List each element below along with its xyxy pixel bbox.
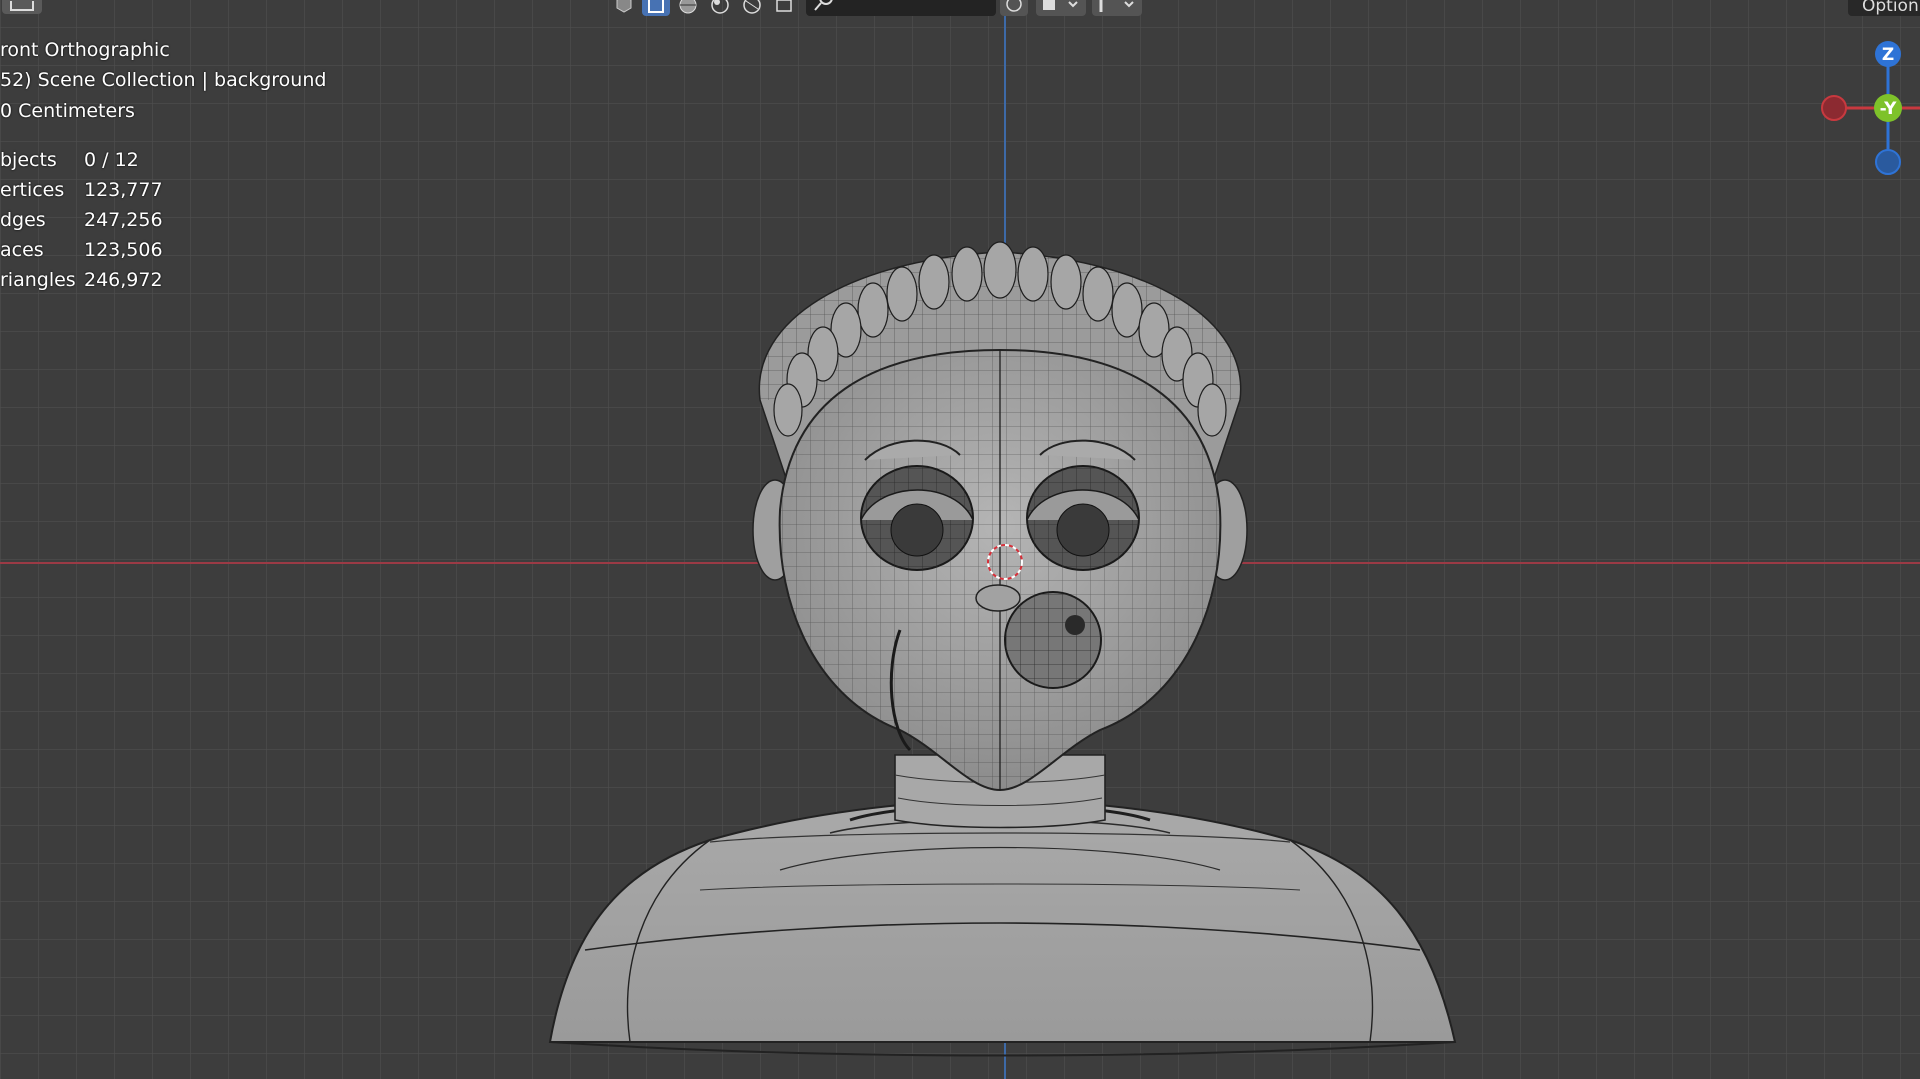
left-eye-mesh bbox=[860, 465, 974, 571]
overlay-dropdown[interactable] bbox=[1036, 0, 1086, 16]
overlay-icon bbox=[1043, 0, 1078, 10]
view-name-text: ront Orthographic bbox=[0, 39, 170, 61]
stat-value: 123,506 bbox=[84, 239, 163, 261]
stat-label: ertices bbox=[0, 179, 65, 201]
stat-value: 0 / 12 bbox=[84, 149, 139, 171]
collection-text: 52) Scene Collection | background bbox=[0, 69, 327, 91]
rendered-shading-button[interactable] bbox=[738, 0, 766, 16]
solid-icon bbox=[679, 0, 697, 14]
neg-x-axis-handle[interactable] bbox=[1821, 95, 1847, 121]
material-preview-button[interactable] bbox=[706, 0, 734, 16]
character-bust-model[interactable] bbox=[530, 230, 1470, 1070]
mouth-mesh bbox=[975, 584, 1021, 612]
gizmo-toggle-icon bbox=[1099, 0, 1134, 12]
z-axis-label: Z bbox=[1882, 45, 1894, 65]
head-mesh bbox=[778, 348, 1222, 792]
stat-label: bjects bbox=[0, 149, 57, 171]
gum-bubble-mesh bbox=[1004, 591, 1102, 689]
object-mode-icon[interactable] bbox=[610, 0, 638, 16]
solid-shading-button[interactable] bbox=[674, 0, 702, 16]
right-eye-mesh bbox=[1026, 465, 1140, 571]
stat-value: 246,972 bbox=[84, 269, 163, 291]
stat-label: aces bbox=[0, 239, 44, 261]
material-preview-icon bbox=[711, 0, 729, 14]
stat-value: 247,256 bbox=[84, 209, 163, 231]
editor-type-button[interactable] bbox=[2, 0, 42, 14]
stat-value: 123,777 bbox=[84, 179, 163, 201]
gizmo-dropdown[interactable] bbox=[1092, 0, 1142, 16]
torso-mesh bbox=[548, 803, 1457, 1057]
search-input[interactable] bbox=[806, 0, 996, 16]
y-axis-label: -Y bbox=[1880, 99, 1898, 119]
xray-icon bbox=[1006, 0, 1022, 12]
navigation-gizmo[interactable]: Z -Y bbox=[1820, 30, 1920, 190]
viewport-header: Option bbox=[0, 0, 1920, 16]
options-button[interactable]: Option bbox=[1848, 0, 1920, 16]
rendered-icon bbox=[743, 0, 761, 14]
xray-button[interactable] bbox=[1000, 0, 1028, 16]
stat-label: dges bbox=[0, 209, 46, 231]
viewport-shading-icon bbox=[776, 0, 792, 12]
neg-z-axis-handle[interactable] bbox=[1875, 149, 1901, 175]
viewport-shading-button[interactable] bbox=[770, 0, 798, 16]
search-icon bbox=[814, 0, 833, 11]
3d-viewport[interactable]: ront Orthographic 52) Scene Collection |… bbox=[0, 0, 1920, 1079]
editor-type-icon bbox=[10, 1, 34, 11]
wireframe-button[interactable] bbox=[642, 0, 670, 16]
stat-label: riangles bbox=[0, 269, 76, 291]
wireframe-icon bbox=[648, 0, 664, 13]
units-text: 0 Centimeters bbox=[0, 100, 135, 122]
